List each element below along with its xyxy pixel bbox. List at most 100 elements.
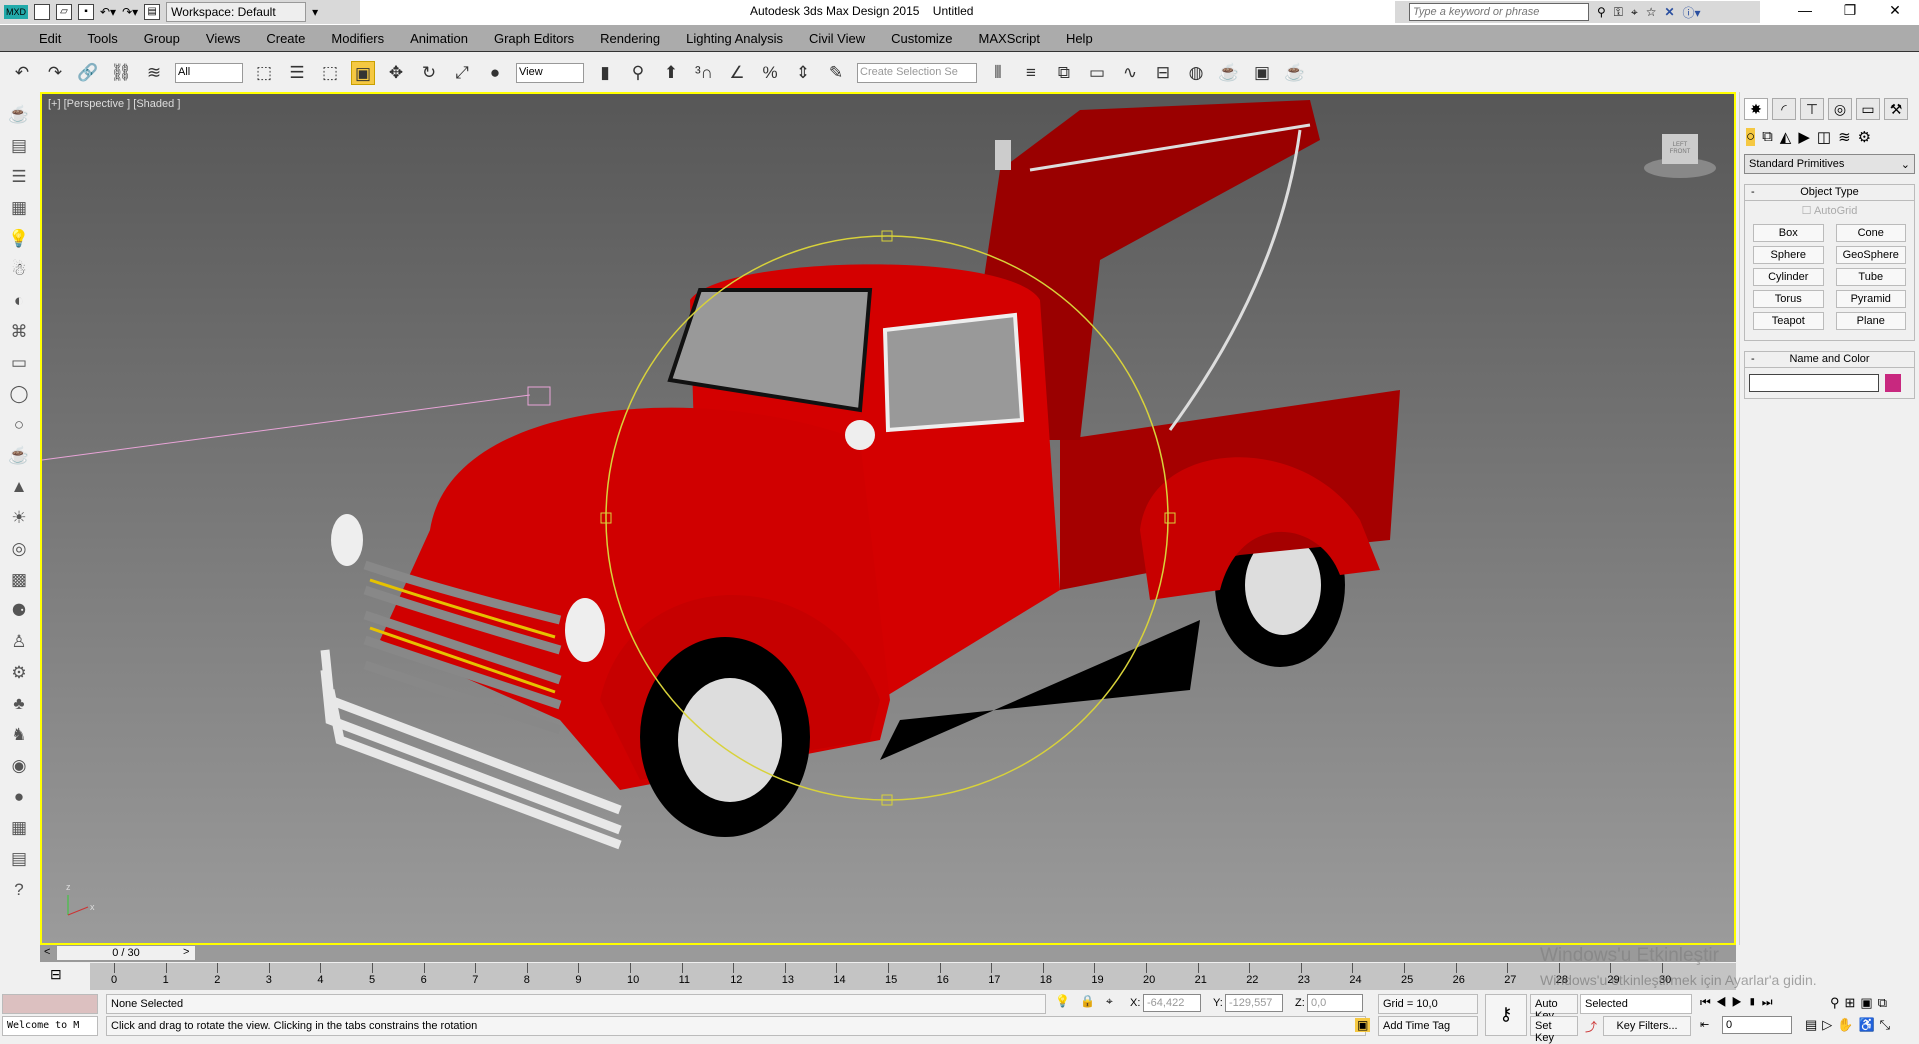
rendered-frame-icon[interactable]: ▣ bbox=[1250, 61, 1274, 85]
default-in-out-tangent-icon[interactable]: ⤴ bbox=[1585, 1018, 1597, 1035]
shell-icon[interactable]: ◉ bbox=[7, 754, 31, 778]
snap-toggle-icon[interactable]: ³∩ bbox=[692, 61, 716, 85]
playback-controls[interactable]: ⏮◀▶▮⏭ bbox=[1700, 995, 1778, 1010]
save-icon[interactable]: ▪ bbox=[78, 4, 94, 20]
named-selection-input[interactable]: Create Selection Se bbox=[857, 63, 977, 83]
x-coordinate-field[interactable]: -64,422 bbox=[1143, 994, 1201, 1012]
gear-icon[interactable]: ⚙ bbox=[7, 661, 31, 685]
time-slider[interactable]: < 0 / 30 > bbox=[40, 945, 1736, 962]
mirror-icon[interactable]: ⫴ bbox=[986, 61, 1010, 85]
customize-qat-icon[interactable]: ▾ bbox=[312, 5, 318, 19]
app-logo[interactable]: MXD bbox=[4, 5, 28, 19]
scale-icon[interactable]: ⤢ bbox=[450, 61, 474, 85]
settings-icon[interactable]: ▤ bbox=[7, 847, 31, 871]
sphere-button[interactable]: Sphere bbox=[1753, 246, 1824, 264]
rotate-icon[interactable]: ↻ bbox=[417, 61, 441, 85]
set-key-button[interactable]: Set Key bbox=[1530, 1016, 1578, 1044]
manipulate-icon[interactable]: ⚲ bbox=[626, 61, 650, 85]
geosphere-button[interactable]: GeoSphere bbox=[1835, 246, 1906, 264]
image-icon[interactable]: ▤ bbox=[7, 134, 31, 158]
object-color-swatch[interactable] bbox=[1885, 374, 1901, 392]
viewport-nav-controls[interactable]: ⚲⊞▣⧉ bbox=[1830, 995, 1892, 1011]
key-mode-toggle-icon[interactable]: ⇤ bbox=[1700, 1018, 1709, 1031]
object-name-input[interactable] bbox=[1749, 374, 1879, 392]
object-type-header[interactable]: - Object Type bbox=[1745, 185, 1914, 201]
move-icon[interactable]: ✥ bbox=[384, 61, 408, 85]
cone-icon[interactable]: ▲ bbox=[7, 475, 31, 499]
render-setup-icon[interactable]: ☕ bbox=[1217, 61, 1241, 85]
reference-coordinate-dropdown[interactable]: View bbox=[516, 63, 584, 83]
viewcube-face-label[interactable]: LEFT FRONT bbox=[1662, 142, 1698, 156]
curve-editor-icon[interactable]: ∿ bbox=[1118, 61, 1142, 85]
shapes-icon[interactable]: ⧉ bbox=[1762, 128, 1773, 146]
next-frame-button[interactable]: > bbox=[183, 946, 189, 958]
render-production-icon[interactable]: ☕ bbox=[1283, 61, 1307, 85]
particle-icon[interactable]: ⚈ bbox=[7, 599, 31, 623]
key-icon[interactable]: ⚿ bbox=[1614, 5, 1623, 20]
menu-maxscript[interactable]: MAXScript bbox=[966, 31, 1053, 46]
hierarchy-tab-icon[interactable]: ⊤ bbox=[1800, 98, 1824, 120]
selection-filter-dropdown[interactable]: All bbox=[175, 63, 243, 83]
help-icon[interactable]: ⓘ▾ bbox=[1683, 4, 1701, 21]
calculator-icon[interactable]: ▦ bbox=[7, 816, 31, 840]
plane-button[interactable]: Plane bbox=[1835, 312, 1906, 330]
walker-icon[interactable]: ☃ bbox=[7, 258, 31, 282]
ring-icon[interactable]: ◎ bbox=[7, 537, 31, 561]
layer-manager-icon[interactable]: ⧉ bbox=[1052, 61, 1076, 85]
link-icon[interactable]: 🔗 bbox=[76, 61, 100, 85]
z-coordinate-field[interactable]: 0,0 bbox=[1307, 994, 1363, 1012]
isolate-icon[interactable]: 💡 bbox=[1055, 994, 1070, 1008]
menu-lighting-analysis[interactable]: Lighting Analysis bbox=[673, 31, 796, 46]
disc-icon[interactable]: ◯ bbox=[7, 382, 31, 406]
menu-help[interactable]: Help bbox=[1053, 31, 1106, 46]
auto-key-button[interactable]: Auto Key bbox=[1530, 994, 1578, 1022]
search-input[interactable] bbox=[1409, 3, 1589, 21]
geometry-icon[interactable]: ○ bbox=[1746, 128, 1756, 146]
camera-icon[interactable]: ◐ bbox=[7, 289, 31, 313]
character-icon[interactable]: ♙ bbox=[7, 630, 31, 654]
redo-icon[interactable]: ↷ bbox=[43, 61, 67, 85]
torus-button[interactable]: Torus bbox=[1753, 290, 1824, 308]
exchange-icon[interactable]: ✕ bbox=[1664, 5, 1674, 19]
binoculars-icon[interactable]: ⚲ bbox=[1597, 5, 1606, 19]
viewport-perspective[interactable]: [+] [Perspective ] [Shaded ] LEFT FRONT … bbox=[40, 92, 1736, 945]
project-folder-icon[interactable]: ▤ bbox=[144, 4, 161, 20]
plane-icon[interactable]: ▭ bbox=[7, 351, 31, 375]
align-icon[interactable]: ≡ bbox=[1019, 61, 1043, 85]
current-frame-field[interactable]: 0 bbox=[1722, 1016, 1792, 1034]
new-file-icon[interactable] bbox=[34, 4, 50, 20]
scene-explorer-icon[interactable]: ▭ bbox=[1085, 61, 1109, 85]
autogrid-checkbox[interactable]: ☐ AutoGrid bbox=[1745, 201, 1914, 220]
bind-space-warp-icon[interactable]: ≋ bbox=[142, 61, 166, 85]
star-icon[interactable]: ☆ bbox=[1646, 5, 1657, 19]
time-tag-icon[interactable]: ▣ bbox=[1355, 1018, 1371, 1032]
satellite-icon[interactable]: ⌖ bbox=[1631, 5, 1638, 20]
set-key-icon[interactable]: ⚷ bbox=[1485, 994, 1527, 1036]
cameras-icon[interactable]: ▶ bbox=[1798, 128, 1810, 146]
select-by-name-icon[interactable]: ☰ bbox=[285, 61, 309, 85]
cone-button[interactable]: Cone bbox=[1835, 224, 1906, 242]
systems-icon[interactable]: ⚙ bbox=[1858, 128, 1871, 146]
minimize-button[interactable]: — bbox=[1785, 2, 1825, 18]
create-tab-icon[interactable]: ✸ bbox=[1744, 98, 1768, 120]
teapot-button[interactable]: Teapot bbox=[1753, 312, 1824, 330]
menu-group[interactable]: Group bbox=[131, 31, 193, 46]
y-coordinate-field[interactable]: -129,557 bbox=[1225, 994, 1283, 1012]
undo-icon[interactable]: ↶ bbox=[10, 61, 34, 85]
list-icon[interactable]: ☰ bbox=[7, 165, 31, 189]
menu-civil-view[interactable]: Civil View bbox=[796, 31, 878, 46]
mini-curve-editor-icon[interactable]: ⊟ bbox=[50, 966, 62, 983]
unlink-icon[interactable]: ⛓ bbox=[109, 61, 133, 85]
schematic-view-icon[interactable]: ⊟ bbox=[1151, 61, 1175, 85]
placement-icon[interactable]: ● bbox=[483, 61, 507, 85]
pyramid-button[interactable]: Pyramid bbox=[1835, 290, 1906, 308]
lights-icon[interactable]: ◭ bbox=[1780, 128, 1792, 146]
maxscript-mini-listener-pink[interactable] bbox=[2, 994, 98, 1014]
close-button[interactable]: ✕ bbox=[1875, 2, 1915, 19]
menu-tools[interactable]: Tools bbox=[74, 31, 130, 46]
select-object-icon[interactable]: ⬚ bbox=[252, 61, 276, 85]
horse-icon[interactable]: ♞ bbox=[7, 723, 31, 747]
menu-create[interactable]: Create bbox=[253, 31, 318, 46]
teapot-icon[interactable]: ☕ bbox=[7, 444, 31, 468]
light-icon[interactable]: 💡 bbox=[7, 227, 31, 251]
